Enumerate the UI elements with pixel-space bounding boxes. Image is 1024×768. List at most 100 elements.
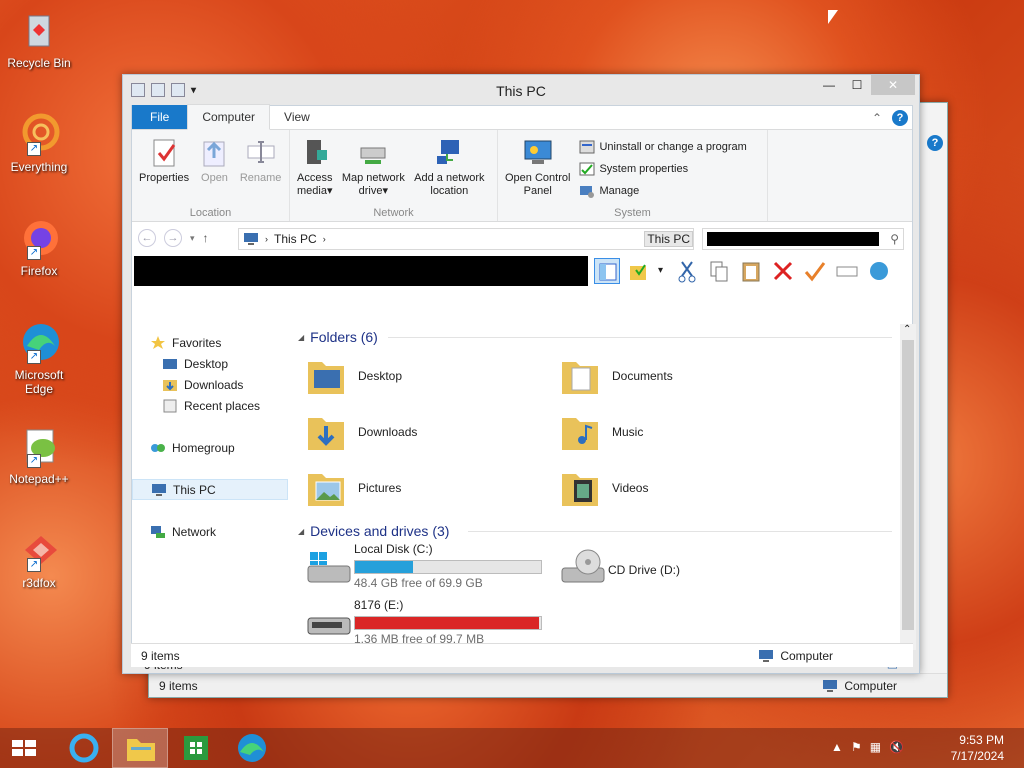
breadcrumb-this-pc[interactable]: This PC	[274, 232, 317, 246]
desktop-icon-notepadpp[interactable]: ↗ Notepad++	[4, 424, 74, 486]
vertical-scrollbar[interactable]: ⌃⌄	[900, 324, 916, 650]
maximize-button[interactable]: ☐	[843, 75, 871, 95]
folders-section-header[interactable]: ◢ Folders (6)	[298, 326, 902, 348]
mouse-cursor-icon	[828, 10, 838, 24]
collapse-ribbon-icon[interactable]: ⌃	[872, 111, 882, 125]
collapse-triangle-icon[interactable]: ◢	[298, 527, 304, 536]
open-button[interactable]: Open	[195, 134, 233, 185]
taskbar-edge[interactable]	[224, 728, 280, 768]
tab-computer[interactable]: Computer	[187, 104, 271, 130]
back-button[interactable]: ←	[138, 229, 156, 247]
minimize-button[interactable]: —	[815, 75, 843, 95]
search-box[interactable]: ⚲	[702, 228, 904, 250]
up-button[interactable]: ↑	[203, 231, 209, 245]
copy-icon[interactable]	[706, 258, 732, 284]
map-drive-label: drive	[358, 185, 383, 197]
shortcut-arrow-icon: ↗	[27, 454, 41, 468]
scroll-thumb[interactable]	[902, 340, 914, 630]
rename-button[interactable]: Rename	[237, 134, 285, 185]
folder-tile[interactable]: Music	[560, 404, 814, 460]
scroll-up-icon[interactable]: ⌃	[903, 324, 911, 335]
search-icon[interactable]: ⚲	[890, 232, 899, 246]
address-bar[interactable]: › This PC › This PC	[238, 228, 694, 250]
drive-grid: Local Disk (C:) 48.4 GB free of 69.9 GB C…	[306, 542, 902, 654]
breadcrumb-separator-icon[interactable]: ›	[323, 234, 326, 244]
collapse-triangle-icon[interactable]: ◢	[298, 333, 304, 342]
uninstall-program-button[interactable]: Uninstall or change a program	[579, 136, 747, 158]
preview-pane-icon[interactable]	[594, 258, 620, 284]
nav-desktop[interactable]: Desktop	[132, 353, 290, 374]
volume-muted-icon[interactable]: 🔇	[889, 740, 904, 754]
group-label-network: Network	[373, 207, 414, 219]
title-bar[interactable]: ▾ This PC — ☐ ✕	[123, 75, 919, 105]
desktop-icon-everything[interactable]: ↗ Everything	[4, 112, 74, 174]
breadcrumb-separator-icon[interactable]: ›	[265, 234, 268, 244]
checkmark-icon[interactable]	[802, 258, 828, 284]
delete-icon[interactable]	[770, 258, 796, 284]
desktop-icon-label: Recycle Bin	[7, 56, 71, 70]
nav-favorites[interactable]: Favorites	[132, 332, 290, 353]
help-icon[interactable]: ?	[892, 110, 908, 126]
network-tray-icon[interactable]: ▦	[870, 740, 881, 754]
redacted-search-region	[707, 232, 879, 246]
nav-recent-places[interactable]: Recent places	[132, 395, 290, 416]
status-item-count: 9 items	[159, 678, 198, 693]
drive-tile-c[interactable]: Local Disk (C:) 48.4 GB free of 69.9 GB	[306, 542, 560, 598]
recent-locations-icon[interactable]: ▾	[190, 233, 195, 244]
folder-tile[interactable]: Pictures	[306, 460, 560, 516]
map-network-drive-button[interactable]: Map network drive▾	[339, 134, 408, 198]
manage-button[interactable]: Manage	[579, 180, 746, 202]
folder-tile[interactable]: Desktop	[306, 348, 560, 404]
dropdown-icon[interactable]: ▾	[658, 258, 668, 284]
everything-icon: ↗	[17, 112, 61, 156]
access-media-button[interactable]: Access media▾	[294, 134, 336, 198]
computer-icon	[151, 483, 167, 497]
globe-icon[interactable]	[866, 258, 892, 284]
navigation-pane: Favorites Desktop Downloads Recent place…	[132, 324, 290, 650]
nav-downloads[interactable]: Downloads	[132, 374, 290, 395]
paste-icon[interactable]	[738, 258, 764, 284]
rename-toolbar-icon[interactable]	[834, 258, 860, 284]
system-properties-button[interactable]: System properties	[579, 158, 746, 180]
drive-tile-d[interactable]: CD Drive (D:)	[560, 542, 814, 598]
taskbar-store[interactable]	[168, 728, 224, 768]
desktop-icon-firefox[interactable]: ↗ Firefox	[4, 216, 74, 278]
desktop-icon-r3dfox[interactable]: ↗ r3dfox	[4, 528, 74, 590]
cut-icon[interactable]	[674, 258, 700, 284]
folder-tile[interactable]: Videos	[560, 460, 814, 516]
nav-favorites-label: Favorites	[172, 335, 222, 350]
help-icon[interactable]: ?	[927, 135, 943, 151]
clock[interactable]: 9:53 PM 7/17/2024	[951, 732, 1004, 764]
desktop-icon-recycle-bin[interactable]: Recycle Bin	[4, 8, 74, 70]
folder-tile[interactable]: Documents	[560, 348, 814, 404]
nav-this-pc[interactable]: This PC	[132, 479, 288, 500]
forward-button[interactable]: →	[164, 229, 182, 247]
folder-name: Downloads	[358, 425, 418, 439]
taskbar-file-explorer[interactable]	[112, 728, 168, 768]
devices-section-header[interactable]: ◢ Devices and drives (3)	[298, 520, 902, 542]
add-network-location-button[interactable]: Add a network location	[411, 134, 487, 198]
tab-file[interactable]: File	[132, 105, 188, 129]
folder-tile[interactable]: Downloads	[306, 404, 560, 460]
folder-properties-icon[interactable]	[626, 258, 652, 284]
system-properties-icon	[579, 161, 595, 177]
secondary-toolbar: ▾	[132, 254, 912, 288]
nav-homegroup[interactable]: Homegroup	[132, 437, 290, 458]
nav-network[interactable]: Network	[132, 521, 290, 542]
action-center-flag-icon[interactable]: ⚑	[851, 740, 862, 754]
desktop-icon-edge[interactable]: ↗ Microsoft Edge	[4, 320, 74, 396]
taskbar-internet-explorer[interactable]	[56, 728, 112, 768]
explorer-window[interactable]: ▾ This PC — ☐ ✕ File Computer View ⌃? Pr…	[122, 74, 920, 674]
ribbon-group-network: Access media▾ Map network drive▾ Add a net…	[290, 130, 498, 221]
desktop-icon-label: Microsoft Edge	[14, 368, 64, 396]
map-drive-label: Map network	[341, 172, 405, 184]
close-button[interactable]: ✕	[871, 75, 915, 95]
start-button[interactable]	[0, 728, 56, 768]
properties-button[interactable]: Properties	[136, 134, 192, 185]
nav-homegroup-label: Homegroup	[172, 440, 235, 455]
network-icon	[150, 525, 166, 539]
network-drive-icon	[357, 136, 389, 168]
tab-view[interactable]: View	[270, 105, 324, 129]
shortcut-arrow-icon: ↗	[27, 246, 41, 260]
show-hidden-icons-icon[interactable]: ▲	[831, 740, 843, 754]
